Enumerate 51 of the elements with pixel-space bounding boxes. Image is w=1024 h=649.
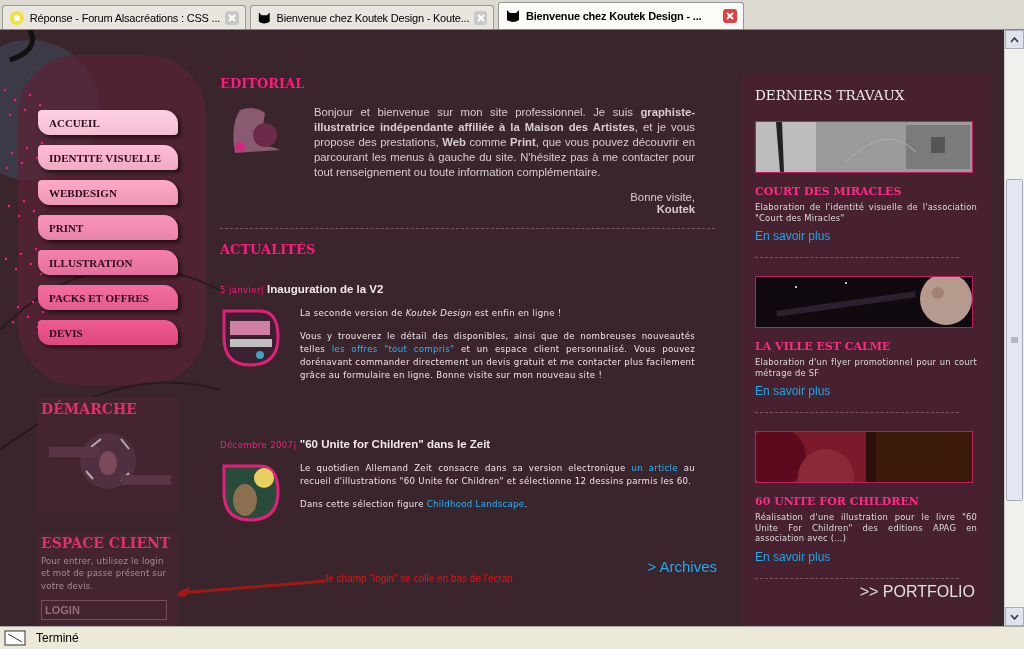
news-date: Décembre 2007| <box>220 440 297 450</box>
news-paragraph: Dans cette sélection figure Childhood Landscape. <box>300 498 529 511</box>
status-text: Terminé <box>36 631 79 645</box>
work-description: Réalisation d'une illustration pour le livre "60 Unite For Children" des editions APAG en association avec (...) <box>755 512 977 544</box>
news-date: 5 janvier| <box>220 285 265 295</box>
signature: Koutek <box>656 203 695 215</box>
section-title: EDITORIAL <box>220 76 306 91</box>
news-title: "60 Unite for Children" dans le Zeit <box>299 438 491 450</box>
work-description: Elaboration d'un flyer promotionnel pour un court métrage de SF <box>755 357 977 378</box>
browser-tab[interactable]: Bienvenue chez Koutek Design - Koute... <box>250 5 494 29</box>
section-title: ESPACE CLIENT <box>41 535 172 551</box>
nav-button[interactable]: ACCUEIL <box>38 110 178 135</box>
cat-icon <box>505 8 521 24</box>
annotation-text: le champ "login" se colle en bas de l'écran <box>326 573 513 584</box>
work-title: 60 UNITE FOR CHILDREN <box>755 495 920 508</box>
scrollbar-thumb[interactable] <box>1006 179 1023 501</box>
browser-tab[interactable]: Bienvenue chez Koutek Design - ... <box>498 2 744 29</box>
more-link[interactable]: En savoir plus <box>755 229 977 243</box>
work-title: COURT DES MIRACLES <box>755 185 903 198</box>
nav-button[interactable]: IDENTITE VISUELLE <box>38 145 178 170</box>
more-link[interactable]: En savoir plus <box>755 549 977 564</box>
portfolio-link[interactable]: >> PORTFOLIO <box>859 582 975 601</box>
work-description: Elaboration de l'identité visuelle de l'association "Court des Miracles" <box>755 202 977 223</box>
editorial-text: Bonjour et bienvenue sur mon site professionnel. Je suis graphiste-illustratrice indépendante affiliée à la Maison des Artistes, et je vous propose des prestations, Web comme Print, que vous pouvez découvrir en parcourant les menus à gauche du site. N'hésitez pas à me contacter pour tout renseignement ou toute information complémentaire. <box>314 105 696 180</box>
work-title: LA VILLE EST CALME <box>755 340 892 353</box>
chevron-up-icon <box>1010 36 1019 43</box>
nav-button[interactable]: PRINT <box>38 215 178 240</box>
nav-button[interactable]: WEBDESIGN <box>38 180 178 205</box>
scroll-up-button[interactable] <box>1005 30 1024 49</box>
close-icon[interactable] <box>723 9 737 23</box>
article-link[interactable]: un article <box>631 463 678 473</box>
archives-link[interactable]: > Archives <box>647 558 717 575</box>
greeting: Bonne visite, <box>629 191 695 203</box>
news-paragraph: Vous y trouverez le détail des disponibles, ainsi que de nombreuses nouveautés telles les offres "tout compris" et un espace client personnalisé. Vous pouvez dorénavant commander directement un devis gratuit et me contacter plus facilement grâce au formulaire en ligne. Bonne visite sur mon nouveau site ! <box>300 330 695 382</box>
news-paragraph: La seconde version de Koutek Design est enfin en ligne ! <box>300 307 563 320</box>
nav-button[interactable]: PACKS ET OFFRES <box>38 285 178 310</box>
news-paragraph: Le quotidien Allemand Zeit consacre dans sa version electronique un article au recueil d'illustrations "60 Unite for Children" et sélectionne 12 dessins parmis les 60. <box>300 462 695 488</box>
status-icon <box>4 630 26 646</box>
browser-tab[interactable]: Réponse - Forum Alsacréations : CSS ... <box>2 5 246 29</box>
nav-button[interactable]: DEVIS <box>38 320 178 345</box>
nav-button[interactable]: ILLUSTRATION <box>38 250 178 275</box>
section-title: DÉMARCHE <box>41 401 138 417</box>
more-link[interactable]: En savoir plus <box>755 384 977 398</box>
chevron-down-icon <box>1010 613 1019 620</box>
sun-icon <box>9 9 25 26</box>
login-instructions: Pour entrer, utilisez le login et mot de passe présent sur votre devis. <box>41 555 168 592</box>
section-title: ACTUALITÉS <box>220 242 317 257</box>
section-title: DERNIERS TRAVAUX <box>755 87 906 103</box>
article-link[interactable]: les offres "tout compris" <box>331 344 455 354</box>
news-title: Inauguration de la V2 <box>267 283 384 295</box>
scroll-down-button[interactable] <box>1005 607 1024 626</box>
